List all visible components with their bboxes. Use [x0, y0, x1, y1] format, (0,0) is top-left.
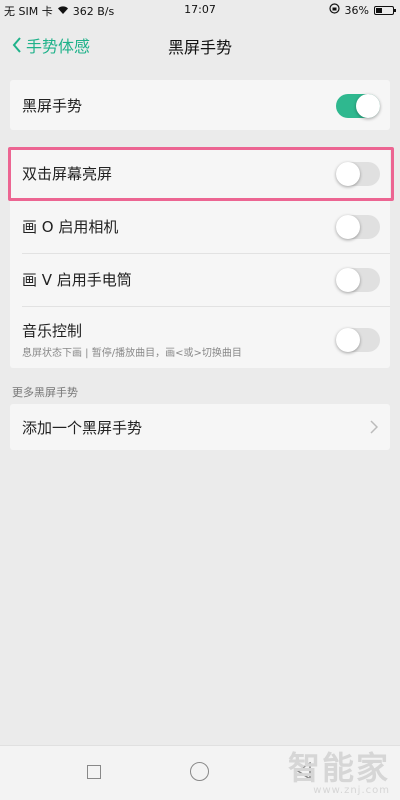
battery-percent: 36%	[344, 3, 369, 17]
recents-icon[interactable]	[87, 765, 101, 779]
section-header-more: 更多黑屏手势	[12, 386, 78, 399]
toggle-knob	[336, 328, 360, 352]
toggle-knob	[336, 268, 360, 292]
music-control-toggle[interactable]	[336, 328, 380, 352]
battery-icon	[374, 5, 396, 15]
add-gesture-row[interactable]: 添加一个黑屏手势	[10, 404, 390, 450]
status-right: 36%	[328, 3, 396, 17]
main-toggle-row[interactable]: 黑屏手势	[10, 80, 390, 130]
back-label: 手势体感	[26, 37, 91, 56]
add-gesture-label: 添加一个黑屏手势	[22, 419, 143, 437]
toggle-knob	[336, 215, 360, 239]
gestures-card: 双击屏幕亮屏 画 O 启用相机 画 V 启用手电筒 音乐控制 息屏状态下画 | …	[10, 148, 390, 368]
gesture-row-draw-o[interactable]: 画 O 启用相机	[10, 201, 390, 253]
back-triangle-icon[interactable]	[296, 762, 312, 780]
main-toggle-card: 黑屏手势	[10, 80, 390, 130]
draw-v-toggle[interactable]	[336, 268, 380, 292]
chevron-left-icon	[12, 37, 21, 53]
gesture-sublabel: 息屏状态下画 | 暂停/播放曲目，画<或>切换曲目	[22, 348, 242, 359]
home-icon[interactable]	[190, 762, 209, 781]
draw-o-toggle[interactable]	[336, 215, 380, 239]
gesture-row-music[interactable]: 音乐控制 息屏状态下画 | 暂停/播放曲目，画<或>切换曲目	[10, 307, 390, 368]
chevron-right-icon	[370, 420, 378, 434]
back-button[interactable]: 手势体感	[12, 33, 90, 57]
add-gesture-card: 添加一个黑屏手势	[10, 404, 390, 450]
rotation-lock-icon	[328, 3, 340, 17]
system-nav-bar	[0, 745, 400, 800]
gesture-row-double-tap[interactable]: 双击屏幕亮屏	[10, 148, 390, 200]
double-tap-toggle[interactable]	[336, 162, 380, 186]
gesture-label: 双击屏幕亮屏	[22, 165, 113, 183]
gesture-label: 音乐控制	[22, 322, 83, 340]
toggle-knob	[356, 94, 380, 118]
status-bar: 无 SIM 卡 362 B/s 17:07 36%	[0, 0, 400, 20]
toggle-knob	[336, 162, 360, 186]
main-gesture-toggle[interactable]	[336, 94, 380, 118]
main-toggle-label: 黑屏手势	[22, 97, 83, 115]
gesture-row-draw-v[interactable]: 画 V 启用手电筒	[10, 254, 390, 306]
nav-bar: 手势体感 黑屏手势	[0, 24, 400, 66]
gesture-label: 画 O 启用相机	[22, 218, 119, 236]
gesture-label: 画 V 启用手电筒	[22, 271, 132, 289]
